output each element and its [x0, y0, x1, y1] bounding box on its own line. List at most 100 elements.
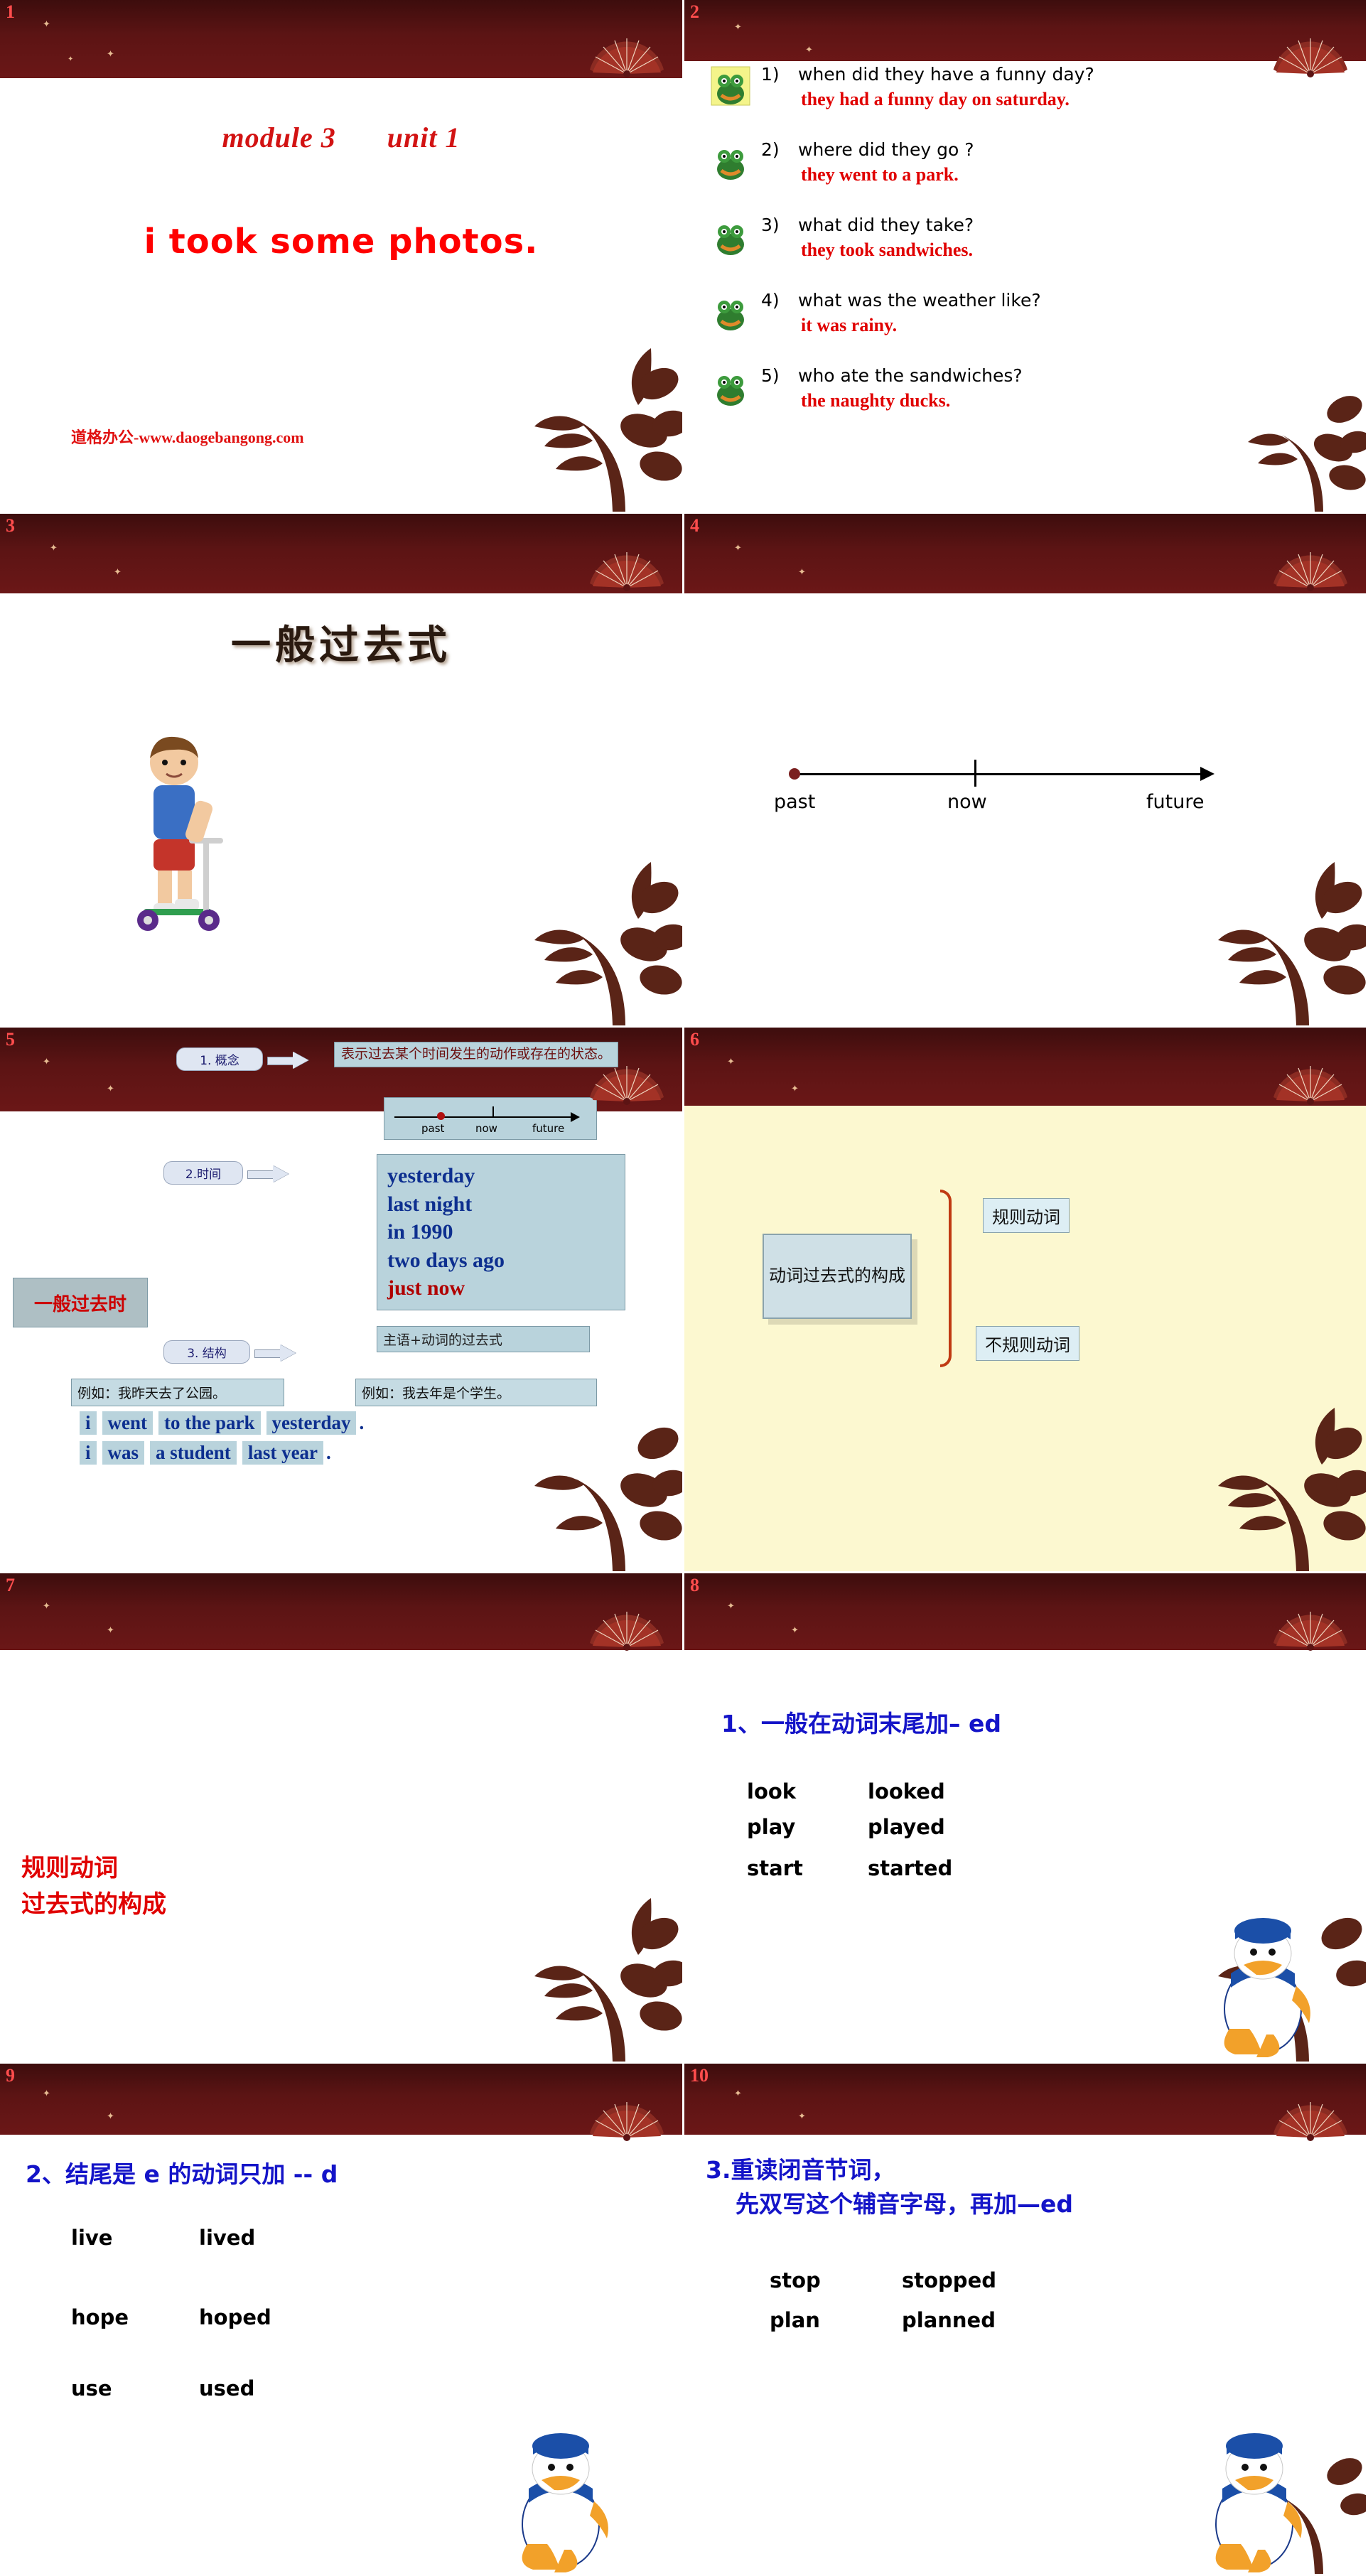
- donald-duck-icon: [1215, 2433, 1302, 2572]
- qa-answer: they took sandwiches.: [801, 239, 973, 260]
- slide-7[interactable]: 7 ✦ ✦ 规则动词 过去式的构成: [0, 1573, 684, 2064]
- verb-past: planned: [902, 2308, 996, 2332]
- verb-base: live: [71, 2226, 113, 2250]
- sparkle-icon: ✦: [107, 1083, 114, 1094]
- watermark-url: 道格办公-www.daogebangong.com: [71, 429, 304, 446]
- arrow-icon: [254, 1346, 297, 1360]
- verb-base: plan: [770, 2308, 820, 2332]
- time-word: two days ago: [387, 1248, 505, 1272]
- sentence2-time: last year: [242, 1441, 324, 1465]
- slide-10-rule-line-2: 先双写这个辅音字母，再加—ed: [736, 2189, 1074, 2218]
- time-word-just-now: just now: [387, 1276, 465, 1300]
- verb-base: start: [747, 1856, 803, 1880]
- qa-item: 2) where did they go ? they went to a par…: [706, 139, 1345, 215]
- verb-base: look: [747, 1779, 797, 1804]
- sparkle-icon: ✦: [727, 1056, 735, 1067]
- example-sentence-2: i was a student last year.: [77, 1441, 331, 1465]
- timeline-past-marker: [789, 768, 800, 780]
- slide-7-header-band: [0, 1573, 682, 1650]
- slide-8-rule: 1、一般在动词末尾加– ed: [721, 1710, 1001, 1737]
- verb-past: looked: [868, 1779, 945, 1804]
- sparkle-icon: ✦: [43, 2088, 50, 2098]
- timeline-label-future: future: [1146, 791, 1205, 813]
- qa-question: 5) who ate the sandwiches?: [761, 365, 1345, 386]
- frog-icon: [717, 225, 744, 255]
- flower-decoration: [1218, 862, 1366, 1025]
- qa-question-text: who ate the sandwiches?: [798, 365, 1023, 386]
- qa-item: 3) what did they take? they took sandwich…: [706, 215, 1345, 290]
- slide-7-line-1: 规则动词: [21, 1854, 118, 1882]
- mini-label-past: past: [421, 1122, 445, 1135]
- sentence2-verb: was: [102, 1441, 145, 1465]
- frog-icon: [717, 301, 744, 330]
- timeline-labels: past now future: [774, 791, 1246, 819]
- timeline-arrow-icon: [1200, 767, 1214, 781]
- presentation-thumbnail-sheet: 1 ✦ ✦ ✦ module 3 unit 1 i took some phot…: [0, 0, 1368, 2576]
- sparkle-icon: ✦: [798, 566, 806, 577]
- timeline-diagram: past now future: [774, 755, 1246, 819]
- sparkle-icon: ✦: [734, 542, 742, 553]
- fan-icon: [590, 1066, 664, 1105]
- slide-6[interactable]: 6 ✦ ✦ 动词过去式的构成 规则动词 不规则动词: [684, 1028, 1368, 1573]
- fan-icon: [1273, 1612, 1347, 1651]
- node-concept: 1. 概念: [176, 1047, 263, 1071]
- sparkle-icon: ✦: [791, 1624, 799, 1635]
- slide-3[interactable]: 3 ✦ ✦ 一般过去式: [0, 514, 684, 1028]
- fan-icon: [590, 1612, 664, 1651]
- sparkle-icon: ✦: [107, 2111, 114, 2121]
- slide-8-number: 8: [690, 1575, 699, 1595]
- verb-base: stop: [770, 2268, 821, 2292]
- timeline-label-past: past: [774, 791, 816, 813]
- slide-1-header-band: [0, 0, 682, 78]
- flower-decoration: [534, 862, 682, 1025]
- slide-6-number: 6: [690, 1029, 699, 1050]
- slide-5[interactable]: 5 ✦ ✦ 1. 概念 表示过去某个时间发生的动作或存在的状态。 past no…: [0, 1028, 684, 1573]
- timeline-label-now: now: [947, 791, 987, 813]
- slide-10-rule: 3.重读闭音节词， 先双写这个辅音字母，再加—ed: [706, 2153, 1073, 2221]
- node-structure: 3. 结构: [163, 1340, 250, 1364]
- qa-question-text: what was the weather like?: [798, 290, 1041, 311]
- slide-7-heading: 规则动词 过去式的构成: [21, 1850, 166, 1923]
- verb-past: hoped: [199, 2305, 271, 2329]
- slide-4-header-band: [684, 514, 1366, 593]
- qa-number: 4): [761, 290, 780, 311]
- sparkle-icon: ✦: [114, 566, 122, 577]
- word-pair: hope hoped: [71, 2305, 271, 2329]
- slide-4[interactable]: 4 ✦ ✦ past now future: [684, 514, 1368, 1028]
- qa-question: 4) what was the weather like?: [761, 290, 1345, 311]
- verb-past: lived: [199, 2226, 256, 2250]
- sentence1-time: yesterday: [266, 1411, 357, 1435]
- sparkle-icon: ✦: [43, 1600, 50, 1611]
- slide-3-number: 3: [6, 515, 15, 536]
- sparkle-icon: ✦: [68, 55, 74, 63]
- slide-7-line-2: 过去式的构成: [21, 1890, 166, 1919]
- slide-9-header-band: [0, 2064, 682, 2135]
- verb-past: played: [868, 1815, 945, 1839]
- slide-9-number: 9: [6, 2065, 15, 2086]
- slide-9-rule: 2、结尾是 e 的动词只加 -- d: [26, 2160, 338, 2188]
- slide-9[interactable]: 9 ✦ ✦ 2、结尾是 e 的动词只加 -- d live lived hope h…: [0, 2064, 684, 2576]
- flower-decoration: [534, 1898, 682, 2062]
- regular-verbs-item: 规则动词: [983, 1198, 1070, 1233]
- qa-answer: the naughty ducks.: [801, 390, 951, 411]
- slide-1[interactable]: 1 ✦ ✦ ✦ module 3 unit 1 i took some phot…: [0, 0, 684, 514]
- donald-duck-icon: [522, 2433, 608, 2572]
- slide-3-title: 一般过去式: [231, 622, 451, 669]
- example-sentence-1: i went to the park yesterday.: [77, 1411, 364, 1435]
- slide-6-content-area: 动词过去式的构成 规则动词 不规则动词: [684, 1106, 1366, 1571]
- module-label: module 3: [222, 122, 336, 153]
- slide-1-number: 1: [6, 1, 15, 22]
- frog-icon: [711, 66, 750, 106]
- slide-10[interactable]: 10 ✦ ✦ 3.重读闭音节词， 先双写这个辅音字母，再加—ed stop sto…: [684, 2064, 1368, 2576]
- slide-2[interactable]: 2 ✦ ✦ 1) when did they have a funny day?…: [684, 0, 1368, 514]
- qa-question: 1) when did they have a funny day?: [761, 64, 1345, 85]
- example-label-2: 例如：我去年是个学生。: [355, 1379, 597, 1406]
- sentence1-verb: went: [102, 1411, 154, 1435]
- time-word: yesterday: [387, 1164, 475, 1187]
- slide-8[interactable]: 8 ✦ ✦ 1、一般在动词末尾加– ed look looked play pl…: [684, 1573, 1368, 2064]
- timeline-line: [791, 773, 1203, 775]
- qa-item: 1) when did they have a funny day? they h…: [706, 64, 1345, 139]
- sentence2-period: .: [326, 1442, 331, 1463]
- qa-number: 3): [761, 215, 780, 235]
- fan-icon: [1273, 552, 1347, 591]
